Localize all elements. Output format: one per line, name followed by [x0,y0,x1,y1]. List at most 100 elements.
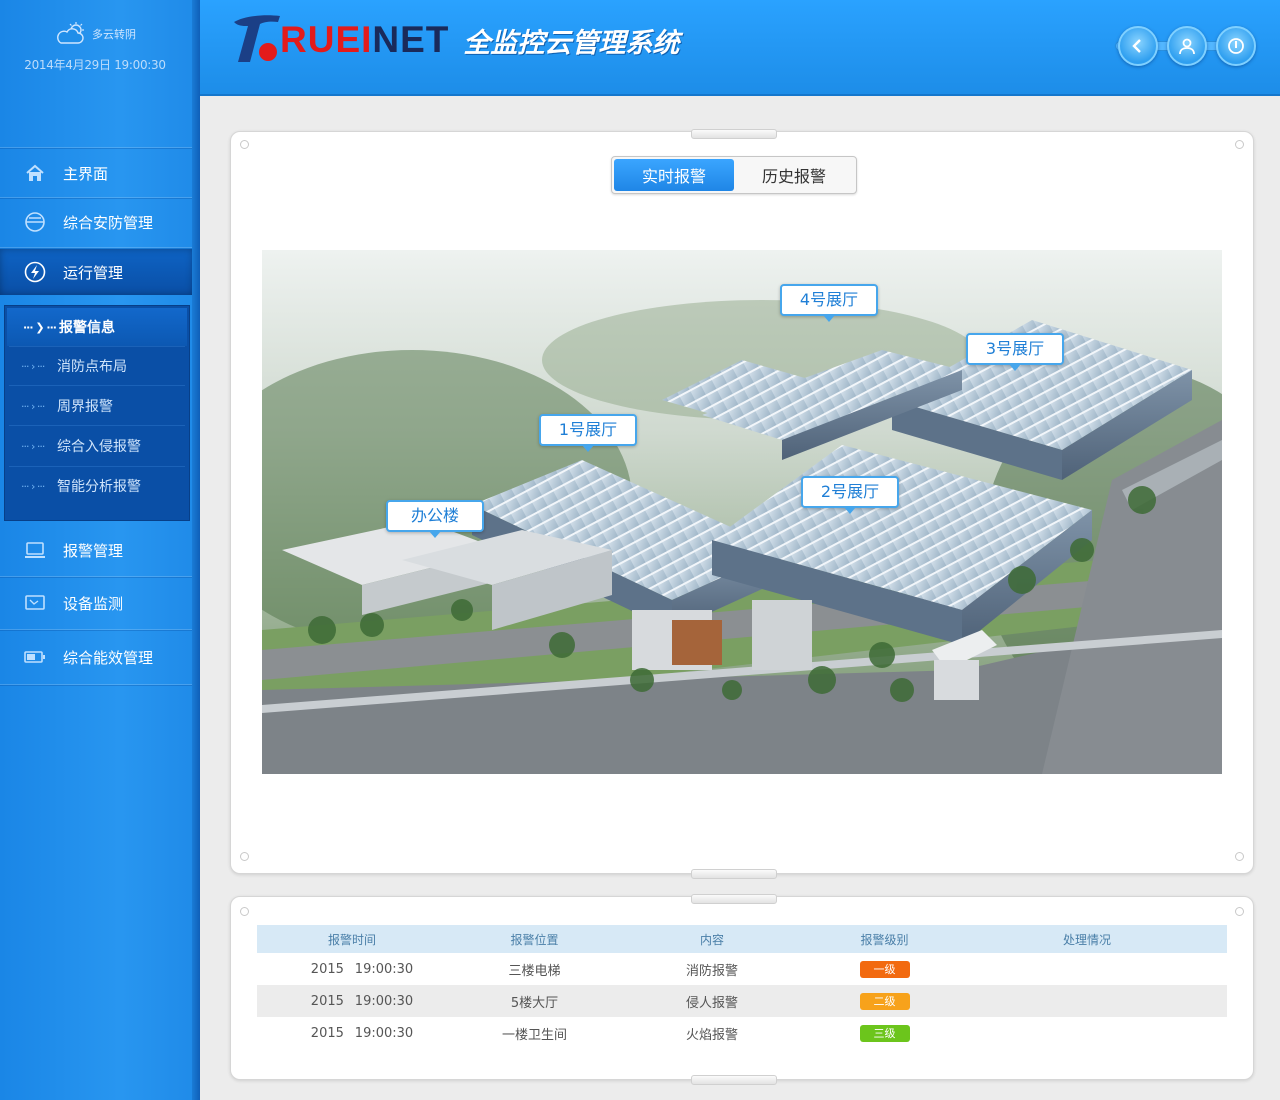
nav-item-security[interactable]: 综合安防管理 [0,198,193,246]
map-label-office[interactable]: 办公楼 [386,500,484,538]
table-row[interactable]: 2015 19:00:30 三楼电梯 消防报警 一级 [257,953,1227,985]
brand-wordmark: RUEINET [280,19,450,60]
rivet [240,140,249,149]
map-label-hall-2[interactable]: 2号展厅 [801,476,899,514]
panel-hook-bottom [691,869,777,879]
map-label-hall-1[interactable]: 1号展厅 [539,414,637,452]
alarm-level-cell: 三级 [802,1024,967,1042]
user-icon [1179,38,1195,55]
submenu-label: 消防点布局 [57,359,127,375]
rivet [240,907,249,916]
brand-logo: RUEINET 全监控云管理系统 [228,14,679,66]
level-badge: 三级 [859,1024,910,1042]
alarm-location-cell: 三楼电梯 [508,963,561,979]
column-header: 内容 [699,932,724,947]
chevron-right-icon: ··· › ··· [21,479,45,493]
tab-realtime-alarm[interactable]: 实时报警 [614,159,734,191]
helmet-icon [24,211,46,233]
nav-label: 报警管理 [63,541,124,560]
lightning-icon [24,261,46,283]
level-badge: 一级 [859,960,910,978]
submenu-item-smart-analysis[interactable]: ··· › ··· 智能分析报警 [5,467,189,505]
nav-item-energy[interactable]: 综合能效管理 [0,631,193,683]
sidebar: 多云转阴 2014年4月29日 19:00:30 主界面 综合安防管理 运行管理… [0,0,200,1100]
table-row[interactable]: 2015 19:00:30 5楼大厅 侵人报警 二级 [257,985,1227,1017]
alarm-location-cell: 一楼卫生间 [501,1027,567,1043]
chevron-right-icon: ··· ❯ ··· [23,320,57,334]
alarm-level-cell: 二级 [802,992,967,1010]
nav-divider [0,629,193,630]
system-title: 全监控云管理系统 [463,27,680,59]
panel-hook-top [691,129,777,139]
submenu-divider [9,425,185,426]
column-header: 报警位置 [510,932,559,947]
nav-item-alarm-mgmt[interactable]: 报警管理 [0,525,193,575]
alarm-tab-switch: 实时报警 历史报警 [611,156,857,194]
home-icon [24,162,46,184]
top-header: RUEINET 全监控云管理系统 [200,0,1280,96]
submenu-item-fire-layout[interactable]: ··· › ··· 消防点布局 [5,347,189,385]
nav-divider [0,576,193,577]
submenu-label: 智能分析报警 [57,479,141,495]
power-button[interactable] [1216,26,1256,66]
column-header: 处理情况 [1062,932,1111,947]
rivet [240,852,249,861]
logo-mark-icon [234,15,280,62]
map-panel: 实时报警 历史报警 4号展厅 3号展厅 1号展厅 2号展厅 办公楼 [230,129,1254,879]
alarm-time-cell: 2015 19:00:30 [310,993,414,1009]
alarm-content-cell: 火焰报警 [685,1027,738,1043]
submenu-label: 报警信息 [59,320,115,336]
alarm-time-cell: 2015 19:00:30 [310,1025,414,1041]
submenu-item-alarm-info[interactable]: ··· ❯ ··· 报警信息 [7,308,187,346]
chevron-right-icon: ··· › ··· [21,359,45,373]
submenu-label: 综合入侵报警 [57,439,141,455]
nav-item-operations[interactable]: 运行管理 [0,249,193,295]
weather-text: 多云转阴 [92,28,136,41]
alarm-table: 报警时间 报警位置 内容 报警级别 处理情况 2015 19:00:30 三楼电梯… [257,925,1227,1049]
table-header: 报警时间 报警位置 内容 报警级别 处理情况 [257,925,1227,953]
monitor-icon [24,592,46,614]
nav-label: 运行管理 [63,263,124,282]
back-icon [1132,39,1141,53]
campus-aerial-map[interactable]: 4号展厅 3号展厅 1号展厅 2号展厅 办公楼 [262,250,1222,774]
nav-label: 综合安防管理 [63,213,154,232]
nav-divider [0,247,193,248]
nav-divider [0,147,193,148]
submenu-item-intrusion[interactable]: ··· › ··· 综合入侵报警 [5,427,189,465]
rivet [1235,852,1244,861]
user-button[interactable] [1167,26,1207,66]
submenu-item-perimeter[interactable]: ··· › ··· 周界报警 [5,387,189,425]
rivet [1235,140,1244,149]
nav-label: 设备监测 [63,594,124,613]
alarm-time-cell: 2015 19:00:30 [310,961,414,977]
nav-divider [0,684,193,685]
nav-item-device-monitor[interactable]: 设备监测 [0,578,193,628]
level-badge: 二级 [859,992,910,1010]
panel-hook-bottom [691,1075,777,1085]
datetime-display: 2014年4月29日 19:00:30 [24,58,166,72]
chevron-right-icon: ··· › ··· [21,399,45,413]
chevron-right-icon: ··· › ··· [21,439,45,453]
back-button[interactable] [1118,26,1158,66]
header-actions [1109,26,1256,66]
map-label-hall-4[interactable]: 4号展厅 [780,284,878,322]
alarm-table-panel: 报警时间 报警位置 内容 报警级别 处理情况 2015 19:00:30 三楼电梯… [230,894,1254,1085]
alarm-content-cell: 消防报警 [685,963,738,979]
nav-item-home[interactable]: 主界面 [0,149,193,197]
alarm-level-cell: 一级 [802,960,967,978]
panel-hook-top [691,894,777,904]
nav-label: 综合能效管理 [63,648,154,667]
nav-label: 主界面 [63,164,109,183]
rivet [1235,907,1244,916]
table-row[interactable]: 2015 19:00:30 一楼卫生间 火焰报警 三级 [257,1017,1227,1049]
weather-widget: 多云转阴 2014年4月29日 19:00:30 [0,22,190,73]
submenu-label: 周界报警 [57,399,113,415]
power-icon [1228,38,1244,54]
battery-icon [24,646,46,668]
submenu-divider [9,385,185,386]
map-label-hall-3[interactable]: 3号展厅 [966,333,1064,371]
cloud-sun-icon [57,22,84,44]
laptop-icon [24,539,46,561]
tab-history-alarm[interactable]: 历史报警 [734,159,854,191]
column-header: 报警时间 [327,932,376,947]
